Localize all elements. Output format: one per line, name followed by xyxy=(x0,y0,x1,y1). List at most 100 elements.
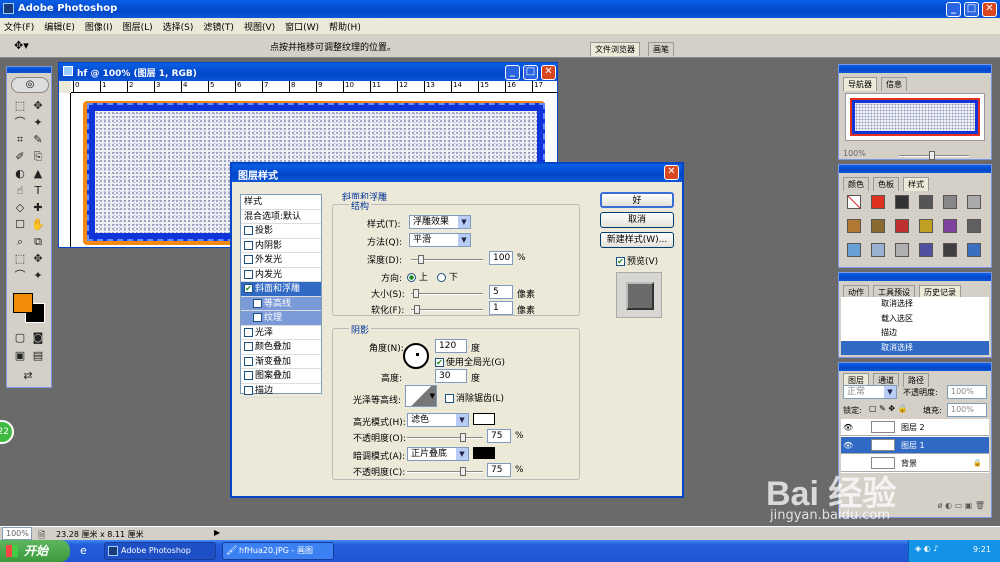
blur-icon[interactable]: ◇ xyxy=(13,201,27,215)
style-swatch[interactable] xyxy=(967,219,981,233)
doc-minimize-button[interactable]: _ xyxy=(505,65,520,80)
style-list-item[interactable]: 等高线 xyxy=(241,296,321,311)
tab-paths[interactable]: 路径 xyxy=(903,373,929,387)
checkbox-icon[interactable]: ✔ xyxy=(244,284,253,293)
technique-select[interactable]: 平滑 ▼ xyxy=(409,233,471,247)
depth-slider[interactable] xyxy=(411,255,483,264)
menu-item[interactable]: 文件(F) xyxy=(4,23,34,33)
floating-badge[interactable]: 22 xyxy=(0,420,14,444)
style-swatch[interactable] xyxy=(967,243,981,257)
style-list-item[interactable]: 内阴影 xyxy=(241,239,321,253)
style-swatch[interactable] xyxy=(847,219,861,233)
checkbox-icon[interactable] xyxy=(244,327,253,337)
layer-row[interactable]: 👁 图层 2 xyxy=(841,419,989,436)
lock-icons[interactable]: ▢ ✎ ✥ 🔒 xyxy=(869,404,908,413)
style-select[interactable]: 浮雕效果 ▼ xyxy=(409,215,471,229)
angle-input[interactable]: 120 xyxy=(435,339,467,353)
eraser-icon[interactable]: ☝ xyxy=(13,184,27,198)
checkbox-icon[interactable] xyxy=(244,240,253,250)
layer-opacity-input[interactable]: 100% xyxy=(947,385,987,399)
cancel-button[interactable]: 取消 xyxy=(600,212,674,228)
checkbox-icon[interactable] xyxy=(244,255,253,264)
start-button[interactable]: 开始 xyxy=(0,540,70,562)
ok-button[interactable]: 好 xyxy=(600,192,674,208)
quicklaunch-ie-icon[interactable]: e xyxy=(80,544,87,557)
style-list-item[interactable]: 图案叠加 xyxy=(241,369,321,384)
imageready-icon[interactable]: ⇄ xyxy=(21,369,35,383)
style-swatch[interactable] xyxy=(919,243,933,257)
checkbox-icon[interactable] xyxy=(244,226,253,235)
move-tool-icon[interactable]: ✥▾ xyxy=(14,39,29,52)
style-list-item[interactable]: 外发光 xyxy=(241,253,321,268)
highlight-mode-select[interactable]: 滤色 ▼ xyxy=(407,413,469,427)
tab-swatches[interactable]: 色板 xyxy=(873,177,899,191)
navigator-thumbnail[interactable] xyxy=(845,93,985,141)
altitude-input[interactable]: 30 xyxy=(435,369,467,383)
checkbox-icon[interactable] xyxy=(244,356,253,366)
menu-item[interactable]: 帮助(H) xyxy=(329,23,361,33)
style-swatch[interactable] xyxy=(895,243,909,257)
path-select-icon[interactable]: ☐ xyxy=(13,218,27,232)
move-icon[interactable]: ✥ xyxy=(31,99,45,113)
zoom-icon[interactable]: ✦ xyxy=(31,269,45,283)
dodge-icon[interactable]: ✚ xyxy=(31,201,45,215)
style-swatch[interactable] xyxy=(895,219,909,233)
blend-mode-select[interactable]: 正常 ▼ xyxy=(843,385,897,399)
shadow-opacity-slider[interactable] xyxy=(407,467,483,476)
style-list-item[interactable]: 纹理 xyxy=(241,311,321,326)
shadow-mode-select[interactable]: 正片叠底 ▼ xyxy=(407,447,469,461)
tab-styles[interactable]: 样式 xyxy=(903,177,929,191)
shadow-opacity-input[interactable]: 75 xyxy=(487,463,511,477)
style-list-item[interactable]: 渐变叠加 xyxy=(241,355,321,369)
tab-brushes[interactable]: 画笔 xyxy=(648,42,674,56)
layer-row[interactable]: 👁 图层 1 xyxy=(841,437,989,454)
checkbox-icon[interactable] xyxy=(253,313,262,322)
history-item[interactable]: 描边 xyxy=(841,326,989,340)
status-zoom[interactable]: 100% xyxy=(2,527,32,540)
fullscreen-mode-icon[interactable]: ▤ xyxy=(31,349,45,363)
highlight-opacity-slider[interactable] xyxy=(407,433,483,442)
navigator-view-box[interactable] xyxy=(850,98,980,136)
gradient-icon[interactable]: T xyxy=(31,184,45,198)
menu-item[interactable]: 窗口(W) xyxy=(285,23,319,33)
minimize-button[interactable]: _ xyxy=(946,2,961,17)
menu-item[interactable]: 图像(I) xyxy=(85,23,113,33)
highlight-color-swatch[interactable] xyxy=(473,413,495,425)
shadow-opacity-thumb[interactable] xyxy=(460,467,466,476)
navigator-zoom-slider[interactable] xyxy=(899,151,969,160)
eye-icon[interactable]: 👁 xyxy=(843,437,853,454)
screen-mode-icon[interactable]: ▣ xyxy=(13,349,27,363)
marquee-icon[interactable]: ⬚ xyxy=(13,99,27,113)
quickmask-mode-icon[interactable]: ◙ xyxy=(31,331,45,345)
navigator-zoom[interactable]: 100% xyxy=(843,149,866,158)
depth-slider-thumb[interactable] xyxy=(418,255,424,264)
style-swatch[interactable] xyxy=(943,195,957,209)
checkbox-icon[interactable] xyxy=(244,269,253,279)
menu-item[interactable]: 编辑(E) xyxy=(44,23,75,33)
pen-icon[interactable]: ⌕ xyxy=(13,235,27,249)
new-style-button[interactable]: 新建样式(W)... xyxy=(600,232,674,248)
brush-icon[interactable]: ⎘ xyxy=(31,150,45,164)
style-swatch[interactable] xyxy=(871,243,885,257)
taskbar-item-photoshop[interactable]: Adobe Photoshop xyxy=(104,542,216,560)
antialias-checkbox[interactable]: 消除锯齿(L) xyxy=(445,391,504,404)
menu-item[interactable]: 视图(V) xyxy=(244,23,275,33)
style-swatch[interactable] xyxy=(943,243,957,257)
healing-icon[interactable]: ✐ xyxy=(13,150,27,164)
crop-icon[interactable]: ⌗ xyxy=(13,133,27,147)
navigator-zoom-thumb[interactable] xyxy=(929,151,935,160)
notes-icon[interactable]: ⬚ xyxy=(13,252,27,266)
highlight-opacity-input[interactable]: 75 xyxy=(487,429,511,443)
angle-dial[interactable] xyxy=(403,343,429,369)
dialog-close-button[interactable]: ✕ xyxy=(664,165,679,180)
history-item[interactable]: 取消选择 xyxy=(841,340,989,355)
menu-item[interactable]: 滤镜(T) xyxy=(203,23,234,33)
style-list-item[interactable]: 样式 xyxy=(241,195,321,210)
style-list-item[interactable]: 光泽 xyxy=(241,326,321,340)
style-swatch[interactable] xyxy=(871,219,885,233)
size-slider[interactable] xyxy=(411,289,483,298)
checkbox-icon[interactable] xyxy=(244,385,253,395)
history-item[interactable]: 取消选择 xyxy=(841,297,989,311)
checkbox-icon[interactable] xyxy=(253,298,262,308)
hand-icon[interactable]: ⌒ xyxy=(13,269,27,283)
